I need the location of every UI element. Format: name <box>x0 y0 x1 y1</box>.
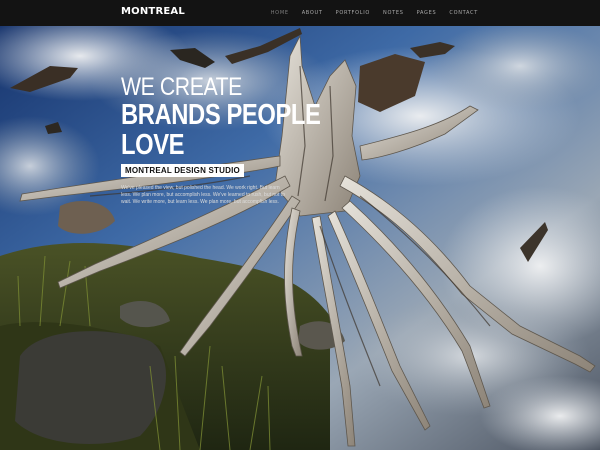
hero-section: WE CREATE BRANDS PEOPLE LOVE MONTREAL DE… <box>0 26 600 450</box>
headline-bold-1: BRANDS PEOPLE <box>121 99 321 131</box>
nav-home[interactable]: HOME <box>271 10 289 16</box>
top-navbar: MONTREAL HOME ABOUT PORTFOLIO NOTES PAGE… <box>0 0 600 26</box>
nav-pages[interactable]: PAGES <box>417 10 437 16</box>
nav-notes[interactable]: NOTES <box>383 10 404 16</box>
nav-portfolio[interactable]: PORTFOLIO <box>336 10 370 16</box>
headline-bold-2: LOVE <box>121 129 185 161</box>
headline-light: WE CREATE <box>121 73 242 101</box>
hero-description: We've pleased the view, but polished the… <box>121 185 285 205</box>
tagline-badge: MONTREAL DESIGN STUDIO <box>121 164 244 177</box>
site-logo[interactable]: MONTREAL <box>121 6 185 17</box>
hero-text-block: WE CREATE BRANDS PEOPLE LOVE MONTREAL DE… <box>121 75 364 206</box>
nav-contact[interactable]: CONTACT <box>449 10 478 16</box>
nav-about[interactable]: ABOUT <box>302 10 323 16</box>
main-nav: HOME ABOUT PORTFOLIO NOTES PAGES CONTACT <box>271 0 478 26</box>
